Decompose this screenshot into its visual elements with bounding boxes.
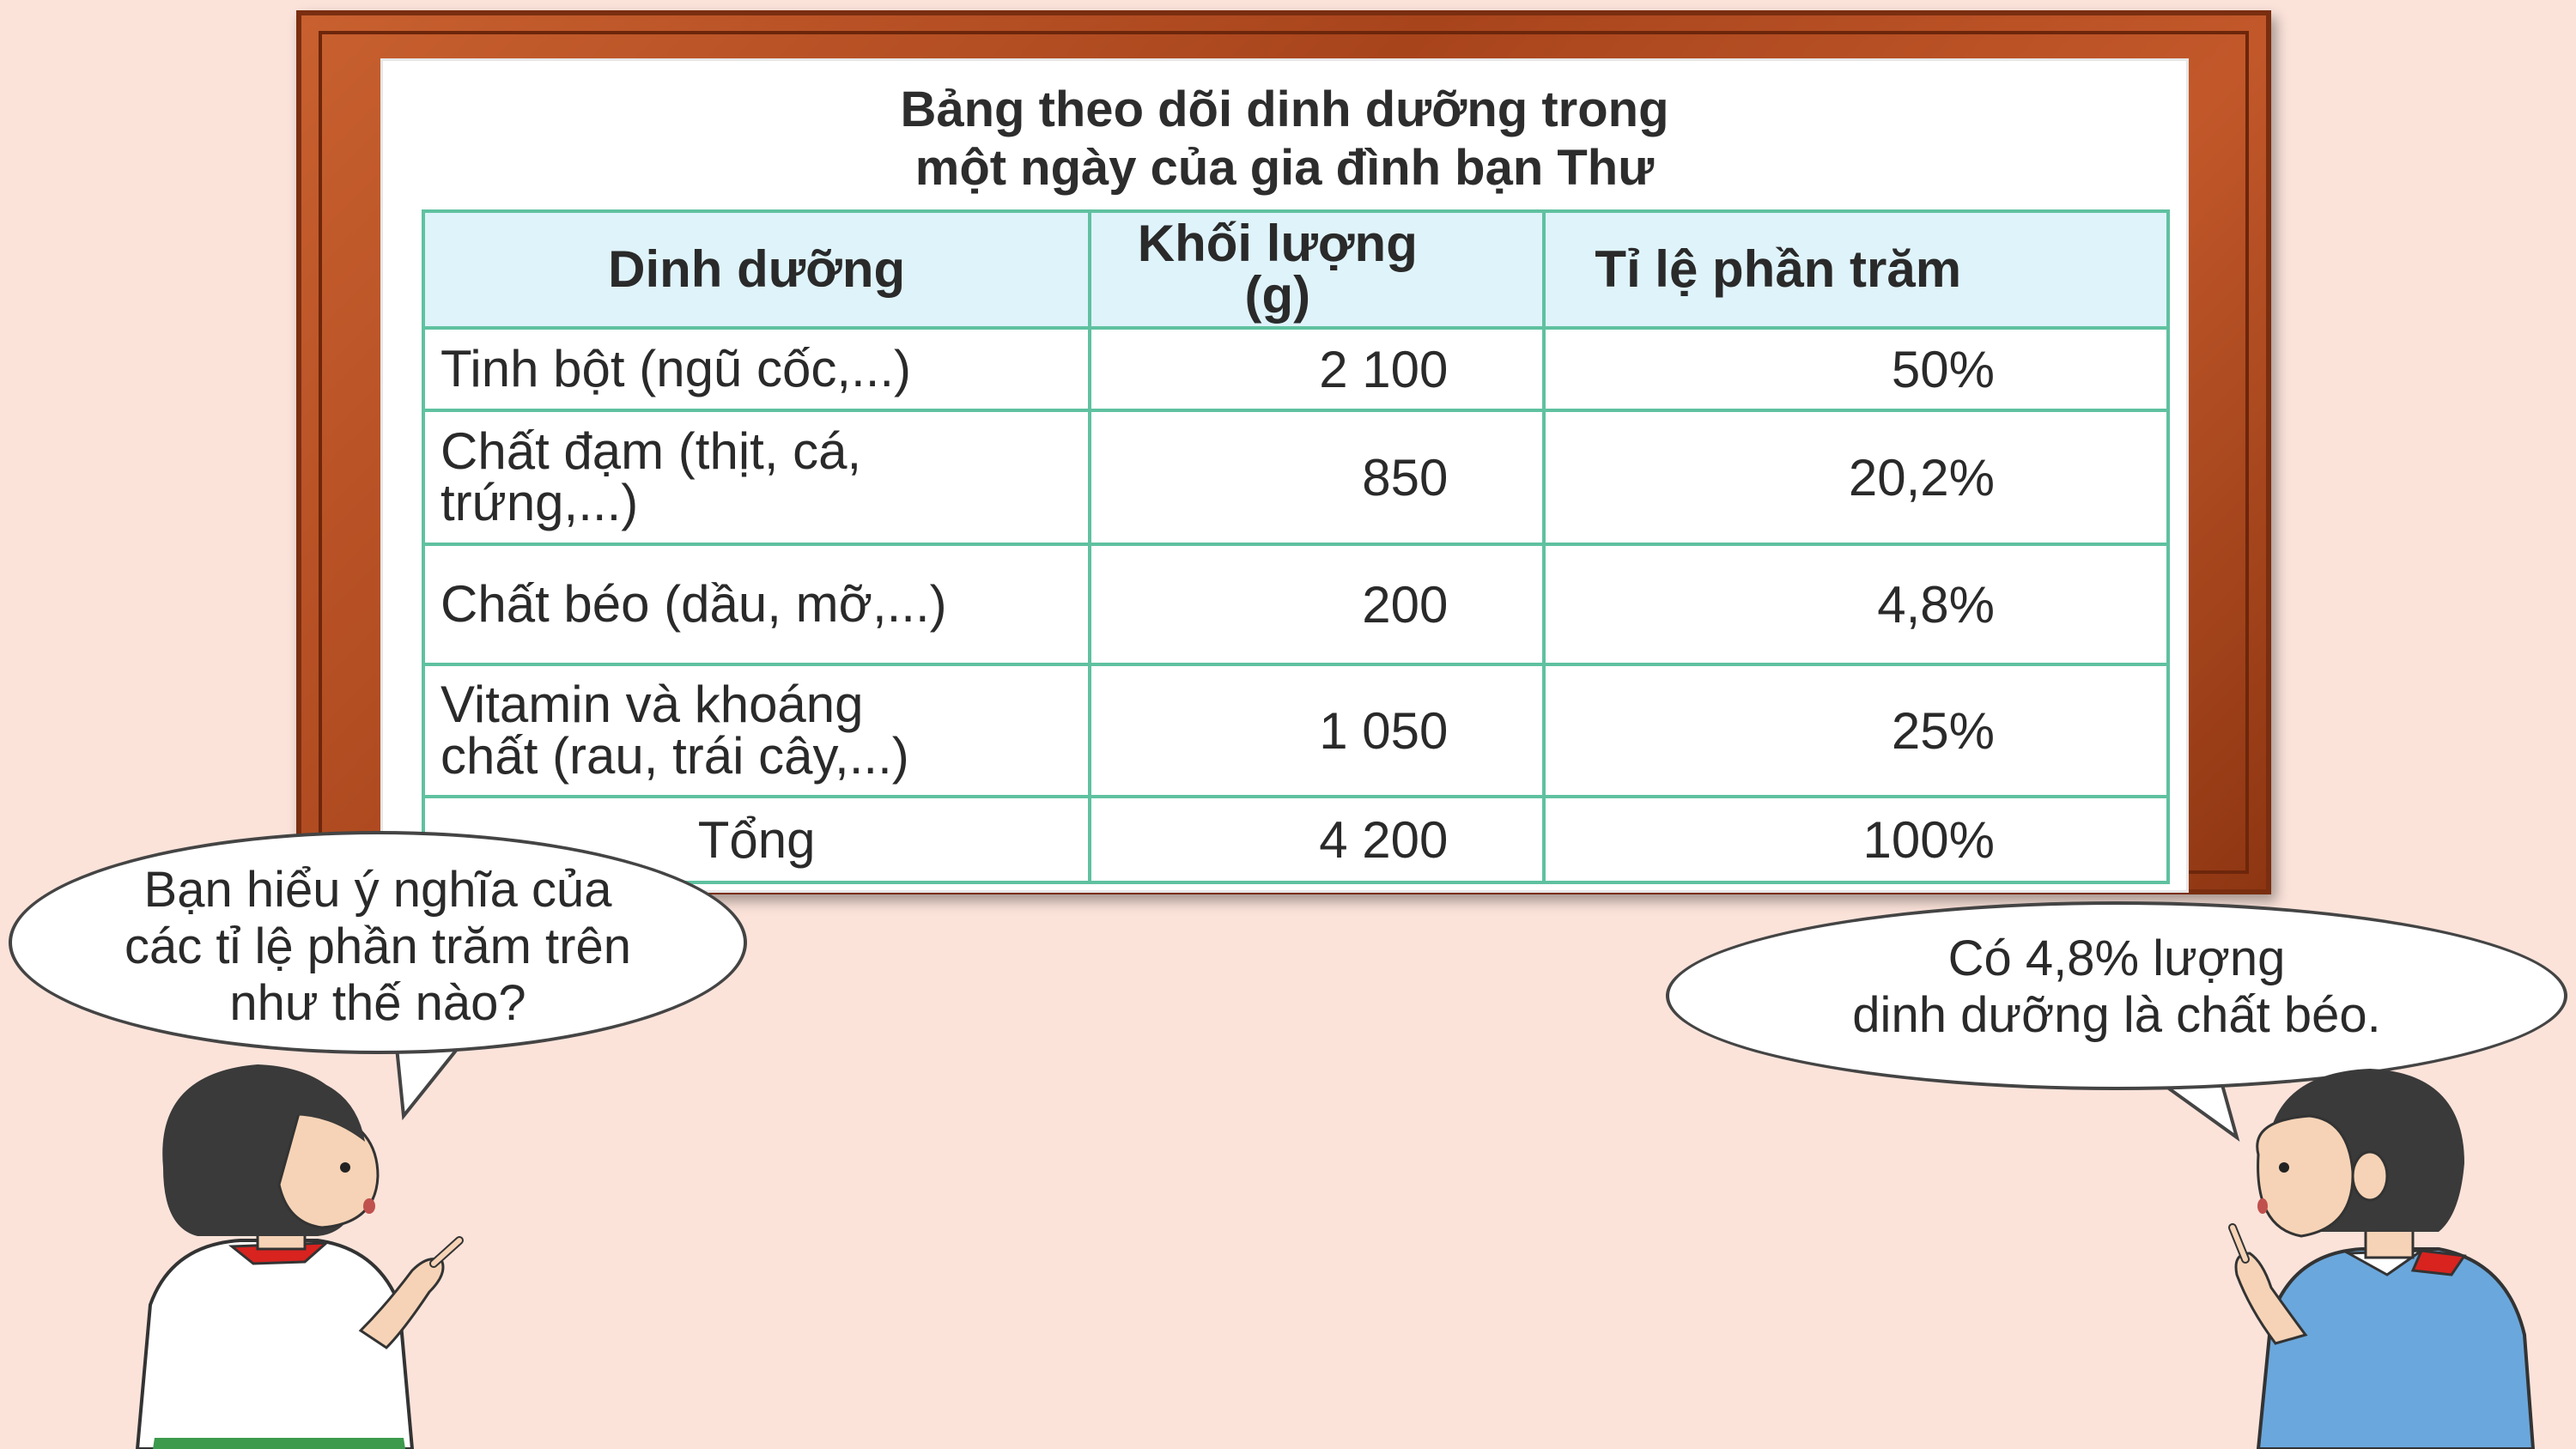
header-mass-line-2: (g) [1244, 266, 1311, 324]
row-nutrient-name-line-2: trứng,...) [440, 474, 639, 531]
girl-speech-bubble: Bạn hiểu ý nghĩa của các tỉ lệ phần trăm… [9, 831, 747, 1054]
boy-speech-line-2: dinh dưỡng là chất béo. [1852, 987, 2381, 1043]
header-percent: Tỉ lệ phần trăm [1542, 209, 2170, 330]
row-percent: 50% [1542, 326, 2170, 412]
row-percent: 4,8% [1542, 543, 2170, 666]
header-nutrient: Dinh dưỡng [421, 209, 1092, 330]
row-nutrient-name-line-1: Tinh bột (ngũ cốc,...) [440, 340, 912, 397]
girl-speech-line-2: các tỉ lệ phần trăm trên [125, 919, 631, 974]
row-nutrient-name-line-1: Vitamin và khoáng [440, 676, 864, 733]
girl-illustration [135, 1064, 464, 1449]
total-percent: 100% [1542, 795, 2170, 884]
row-percent: 20,2% [1542, 409, 2170, 546]
row-nutrient-name: Chất béo (dầu, mỡ,...) [421, 543, 1092, 666]
row-mass: 1 050 [1088, 663, 1546, 798]
boy-speech-line-1: Có 4,8% lượng [1947, 931, 2286, 986]
girl-speech-line-3: như thế nào? [229, 975, 526, 1031]
nutrition-table: Dinh dưỡng Khối lượng (g) Tỉ lệ phần tră… [421, 209, 2170, 884]
header-mass: Khối lượng (g) [1088, 209, 1546, 330]
table-row: Vitamin và khoáng chất (rau, trái cây,..… [421, 663, 2170, 798]
table-header-row: Dinh dưỡng Khối lượng (g) Tỉ lệ phần tră… [421, 209, 2170, 330]
board-title-line-2: một ngày của gia đình bạn Thư [914, 140, 1655, 196]
table-row: Chất béo (dầu, mỡ,...) 200 4,8% [421, 543, 2170, 666]
board: Bảng theo dõi dinh dưỡng trong một ngày … [380, 58, 2189, 893]
total-mass: 4 200 [1088, 795, 1546, 884]
boy-illustration [2228, 1069, 2536, 1449]
row-nutrient-name-line-1: Chất đạm (thịt, cá, [440, 422, 862, 480]
row-mass: 200 [1088, 543, 1546, 666]
board-frame: Bảng theo dõi dinh dưỡng trong một ngày … [296, 10, 2271, 894]
row-nutrient-name-line-1: Chất béo (dầu, mỡ,...) [440, 575, 947, 633]
table-row: Chất đạm (thịt, cá, trứng,...) 850 20,2% [421, 409, 2170, 546]
row-nutrient-name: Tinh bột (ngũ cốc,...) [421, 326, 1092, 412]
row-mass: 2 100 [1088, 326, 1546, 412]
girl-speech-line-1: Bạn hiểu ý nghĩa của [143, 862, 612, 918]
row-nutrient-name: Vitamin và khoáng chất (rau, trái cây,..… [421, 663, 1092, 798]
header-mass-line-1: Khối lượng [1137, 215, 1418, 272]
row-nutrient-name-line-2: chất (rau, trái cây,...) [440, 727, 909, 785]
row-percent: 25% [1542, 663, 2170, 798]
board-title-line-1: Bảng theo dõi dinh dưỡng trong [900, 82, 1669, 137]
board-title: Bảng theo dõi dinh dưỡng trong một ngày … [380, 81, 2189, 197]
table-row: Tinh bột (ngũ cốc,...) 2 100 50% [421, 326, 2170, 412]
row-nutrient-name: Chất đạm (thịt, cá, trứng,...) [421, 409, 1092, 546]
row-mass: 850 [1088, 409, 1546, 546]
